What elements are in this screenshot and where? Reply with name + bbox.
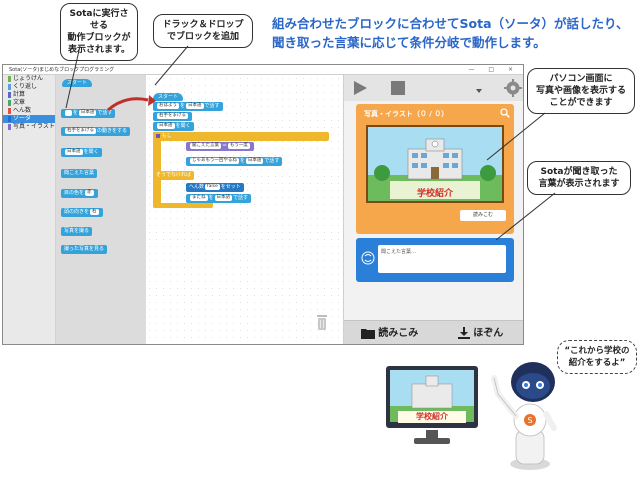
sota-robot-illustration: S — [491, 362, 557, 470]
drag-arrow — [107, 97, 149, 112]
svg-text:S: S — [527, 416, 532, 425]
drag-arrow-head — [148, 95, 156, 106]
callout-pointer — [495, 192, 556, 241]
monitor-illustration: 学校紹介 — [386, 366, 478, 448]
monitor-caption: 学校紹介 — [398, 411, 466, 423]
callout-pointer — [486, 112, 546, 161]
monitor-icon — [386, 366, 478, 444]
callout-pointer — [154, 45, 189, 86]
speech-line: “これから学校の — [564, 346, 630, 356]
speech-line: 紹介をするよ” — [568, 358, 626, 368]
callout-pointer — [65, 45, 81, 109]
robot-speech-bubble: “これから学校の 紹介をするよ” — [557, 340, 637, 374]
